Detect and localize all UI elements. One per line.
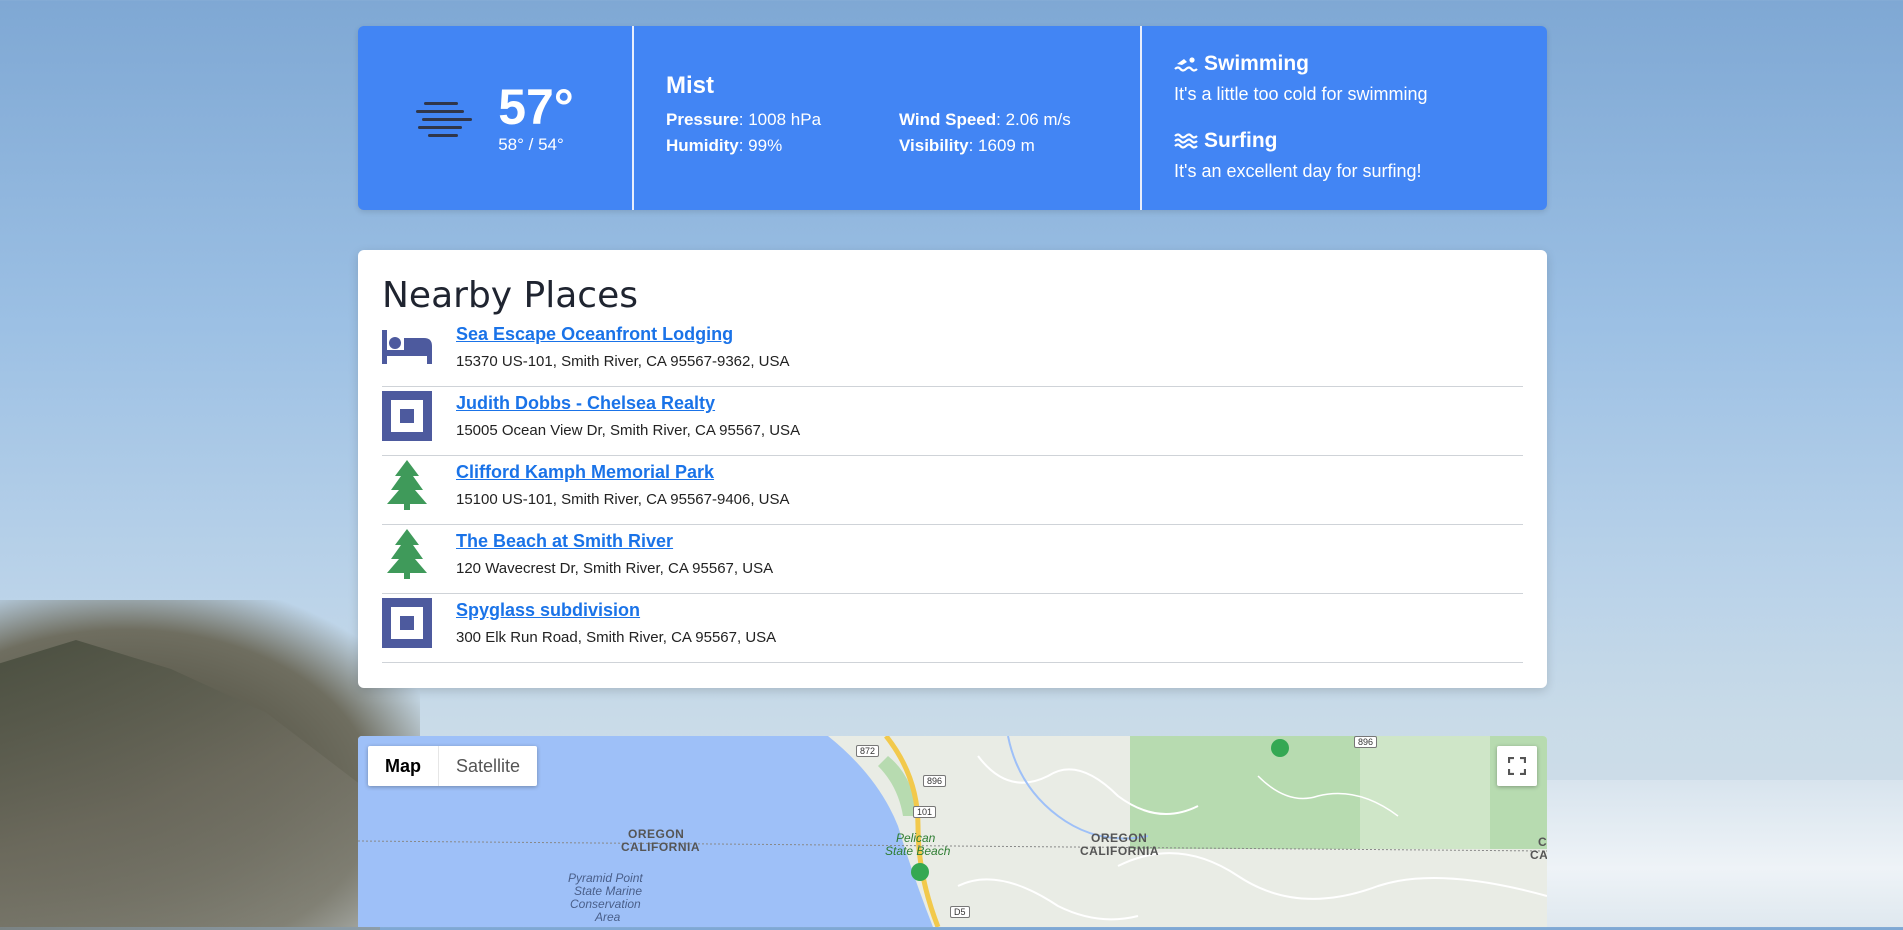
surfing-text: It's an excellent day for surfing!: [1174, 161, 1422, 181]
place-address: 15100 US-101, Smith River, CA 95567-9406…: [456, 491, 790, 508]
map-type-control: Map Satellite: [368, 746, 538, 786]
wind-speed-stat: Wind Speed: 2.06 m/s: [899, 110, 1071, 129]
visibility-stat: Visibility: 1609 m: [899, 136, 1035, 155]
tree-icon: [382, 460, 432, 510]
weather-card: 57° 58° / 54° Mist Pressure: 1008 hPa Wi…: [358, 26, 1547, 210]
tree-icon: [382, 529, 432, 579]
road-shield: 896: [923, 775, 947, 787]
place-link[interactable]: The Beach at Smith River: [456, 531, 773, 552]
place-item: The Beach at Smith River 120 Wavecrest D…: [382, 525, 1523, 594]
map-label-area: Area: [595, 910, 621, 924]
place-address: 120 Wavecrest Dr, Smith River, CA 95567,…: [456, 560, 774, 577]
surfing-heading: Surfing: [1174, 129, 1547, 153]
current-temperature: 57°: [498, 79, 574, 135]
weather-details: Mist Pressure: 1008 hPa Wind Speed: 2.06…: [634, 26, 1142, 210]
place-item: Clifford Kamph Memorial Park 15100 US-10…: [382, 456, 1523, 525]
swimming-heading: Swimming: [1174, 52, 1547, 76]
place-link[interactable]: Clifford Kamph Memorial Park: [456, 462, 790, 483]
pressure-stat: Pressure: 1008 hPa: [666, 110, 822, 129]
fullscreen-icon: [1508, 757, 1526, 775]
water-waves-icon: [1174, 133, 1198, 149]
swimmer-icon: [1174, 57, 1198, 72]
road-shield: 872: [856, 745, 880, 757]
nearby-places-title: Nearby Places: [382, 275, 639, 316]
activity-recommendations: Swimming It's a little too cold for swim…: [1142, 26, 1547, 210]
place-item: Judith Dobbs - Chelsea Realty 15005 Ocea…: [382, 387, 1523, 456]
road-shield: D5: [950, 906, 970, 918]
map-label-edge: CA: [1530, 848, 1547, 862]
map-type-map-button[interactable]: Map: [368, 746, 438, 786]
map-type-satellite-button[interactable]: Satellite: [438, 746, 537, 786]
place-address: 300 Elk Run Road, Smith River, CA 95567,…: [456, 629, 777, 646]
mist-icon: [416, 98, 473, 138]
road-shield: 101: [913, 806, 937, 818]
nearby-places-card: Nearby Places Sea Escape Oceanfront Lodg…: [358, 250, 1547, 688]
place-link[interactable]: Judith Dobbs - Chelsea Realty: [456, 393, 800, 414]
square-icon: [382, 391, 432, 441]
background-surf: [1543, 780, 1903, 927]
map-label-california: CALIFORNIA: [621, 840, 700, 854]
swimming-text: It's a little too cold for swimming: [1174, 84, 1428, 104]
bed-icon: [382, 322, 432, 372]
fullscreen-button[interactable]: [1497, 746, 1537, 786]
humidity-stat: Humidity: 99%: [666, 136, 783, 155]
place-address: 15005 Ocean View Dr, Smith River, CA 955…: [456, 422, 801, 439]
map-label-california: CALIFORNIA: [1080, 844, 1159, 858]
map-label-state-beach: State Beach: [885, 844, 951, 858]
place-item: Spyglass subdivision 300 Elk Run Road, S…: [382, 594, 1523, 663]
place-link[interactable]: Spyglass subdivision: [456, 600, 776, 621]
google-map[interactable]: Map Satellite OREGON CALIFORNIA Pelican …: [358, 736, 1547, 927]
place-link[interactable]: Sea Escape Oceanfront Lodging: [456, 324, 790, 345]
temperature-range: 58° / 54°: [498, 135, 564, 154]
place-item: Sea Escape Oceanfront Lodging 15370 US-1…: [382, 318, 1523, 387]
temperature-section: 57° 58° / 54°: [358, 26, 634, 210]
weather-condition: Mist: [666, 72, 714, 99]
square-icon: [382, 598, 432, 648]
place-address: 15370 US-101, Smith River, CA 95567-9362…: [456, 353, 790, 370]
road-shield: 896: [1354, 736, 1378, 748]
